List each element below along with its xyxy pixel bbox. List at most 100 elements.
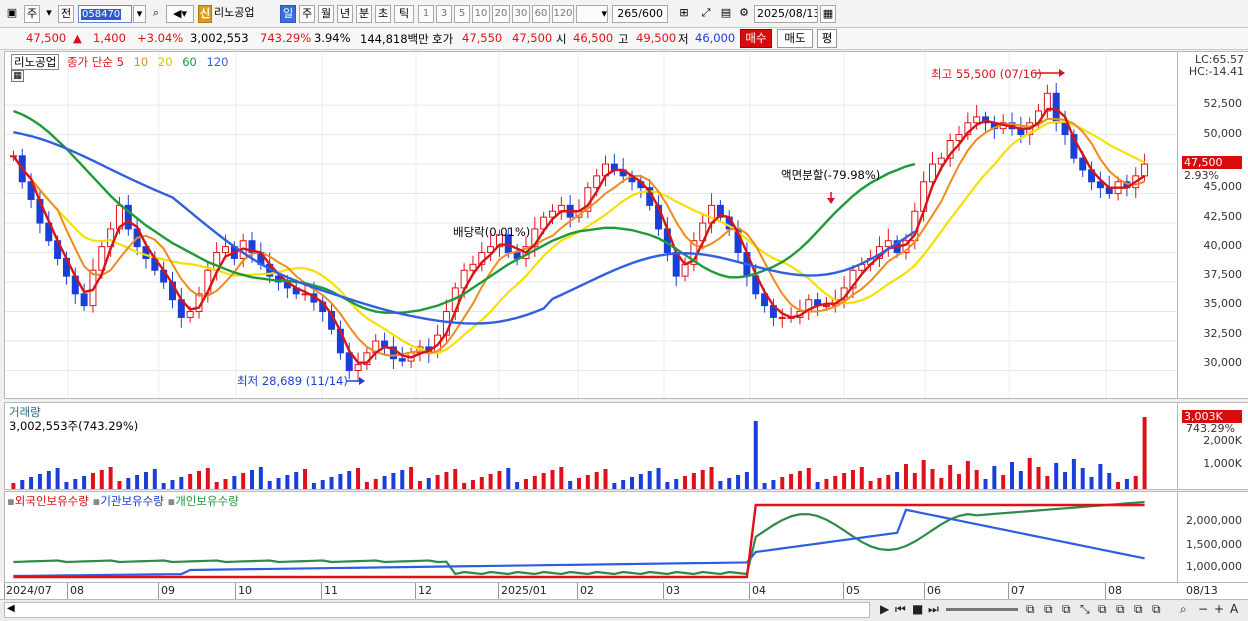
scroll-left-icon[interactable]: ◀ <box>7 603 15 614</box>
volume-bar <box>736 475 741 489</box>
volume-panel[interactable]: 거래량 3,002,553주(743.29%) <box>4 402 1178 490</box>
volume-bar <box>29 477 34 489</box>
count-input[interactable]: 265/600 <box>612 5 668 23</box>
sell-button[interactable]: 매도 <box>777 29 813 48</box>
tool-icon[interactable]: ⧉ <box>1098 602 1107 618</box>
volume-bar <box>1142 417 1147 489</box>
volume-bar <box>188 474 193 489</box>
interval-30[interactable]: 30 <box>512 5 530 23</box>
code-input[interactable]: 058470 <box>78 5 132 23</box>
table-icon[interactable]: ▦ <box>11 70 24 82</box>
tab-prev[interactable]: 전 <box>58 5 74 23</box>
legend-series: 종가 단순 <box>66 55 113 69</box>
own-tick-1m: 1,000,000 <box>1186 560 1242 573</box>
ma5-line <box>12 107 1146 364</box>
tick-35000: 35,000 <box>1203 297 1243 310</box>
zoom-in-icon[interactable]: + <box>1214 602 1224 618</box>
legend-stock-name: 리노공업 <box>11 54 60 70</box>
period-month[interactable]: 월 <box>318 5 334 23</box>
zoom-out-icon[interactable]: − <box>1198 602 1208 618</box>
period-week[interactable]: 주 <box>299 5 315 23</box>
volume-bar <box>1080 468 1085 489</box>
grid-icon[interactable]: ⊞ <box>674 5 694 23</box>
tool-icon[interactable]: ⤡ <box>1080 602 1090 618</box>
period-second[interactable]: 초 <box>375 5 391 23</box>
price-chart[interactable]: 리노공업 종가 단순 5 10 20 60 120 ▦ 최고 55,500 (0… <box>4 51 1178 399</box>
tool-icon[interactable]: ⧉ <box>1026 602 1035 618</box>
code-dropdown-icon[interactable]: ▾ <box>133 5 146 23</box>
dropdown-arrow-icon[interactable]: ▾ <box>42 5 56 23</box>
period-tick[interactable]: 틱 <box>394 5 414 23</box>
candle-body <box>955 134 963 141</box>
volume-bar <box>700 470 705 489</box>
ask2: 47,500 <box>512 31 553 45</box>
tick-30000: 30,000 <box>1203 356 1243 369</box>
volume-bar <box>391 473 396 489</box>
date-input[interactable]: 2025/08/13 <box>754 5 818 23</box>
x-label: 08 <box>70 584 84 597</box>
tool-icon[interactable]: ⧉ <box>1044 602 1053 618</box>
x-right-label: 08/13 <box>1186 584 1218 597</box>
zoom-slider[interactable] <box>946 608 1018 611</box>
draw-icon[interactable]: ⤢ <box>696 5 716 23</box>
volume-bar <box>797 471 802 489</box>
period-day[interactable]: 일 <box>280 5 296 23</box>
scroll-right-icon[interactable]: ▶ <box>880 602 889 618</box>
volume-bar <box>1018 471 1023 489</box>
x-label: 06 <box>927 584 941 597</box>
interval-1[interactable]: 1 <box>418 5 434 23</box>
interval-5[interactable]: 5 <box>454 5 470 23</box>
scroll-track[interactable]: ◀ <box>4 602 870 618</box>
volume-bar <box>90 473 95 489</box>
interval-input[interactable]: ▾ <box>576 5 608 23</box>
window-icon[interactable]: ▣ <box>4 5 20 23</box>
gear-icon[interactable]: ⚙ <box>736 5 752 23</box>
tool-icon[interactable]: ⧉ <box>1116 602 1125 618</box>
stop-icon[interactable]: ■ <box>912 602 923 618</box>
buy-button[interactable]: 매수 <box>740 29 772 48</box>
candle-body <box>822 305 830 308</box>
interval-3[interactable]: 3 <box>436 5 452 23</box>
volume-bar <box>1098 464 1103 489</box>
calendar-icon[interactable]: ▦ <box>820 5 836 23</box>
interval-10[interactable]: 10 <box>472 5 490 23</box>
rewind-icon[interactable]: ⏮ <box>895 602 906 618</box>
tool-icon[interactable]: ⧉ <box>1134 602 1143 618</box>
avg-button[interactable]: 평 <box>817 29 837 48</box>
volume-bar <box>691 473 696 489</box>
volume-bar <box>1010 462 1015 489</box>
interval-60[interactable]: 60 <box>532 5 550 23</box>
volume-bar <box>568 481 573 489</box>
speaker-icon[interactable]: ◀▾ <box>166 5 194 23</box>
period-year[interactable]: 년 <box>337 5 353 23</box>
candle-body <box>1141 163 1149 177</box>
search-icon[interactable]: ⌕ <box>148 5 164 23</box>
volume-bar <box>612 483 617 489</box>
volume-bar <box>806 468 811 489</box>
volume-bar <box>886 475 891 489</box>
volume-bar <box>364 482 369 489</box>
zoom-search-icon[interactable]: ⌕ <box>1180 602 1187 618</box>
tool-icon[interactable]: ⧉ <box>1062 602 1071 618</box>
volume-bar <box>877 478 882 489</box>
volume-bar <box>683 476 688 489</box>
tool-icon[interactable]: ⧉ <box>1152 602 1161 618</box>
volume-bar <box>1124 479 1129 489</box>
save-icon[interactable]: ▤ <box>718 5 734 23</box>
x-label: 03 <box>666 584 680 597</box>
x-label: 2025/01 <box>501 584 547 597</box>
volume-bar <box>82 476 87 489</box>
font-size-icon[interactable]: A <box>1230 602 1238 618</box>
volume-bar <box>55 468 60 489</box>
forward-icon[interactable]: ⏭ <box>928 602 939 618</box>
volume-bar <box>453 469 458 489</box>
tab-stock[interactable]: 주 <box>24 5 40 23</box>
volume-bar <box>630 477 635 489</box>
period-minute[interactable]: 분 <box>356 5 372 23</box>
volume-bar <box>965 461 970 489</box>
interval-120[interactable]: 120 <box>552 5 574 23</box>
low: 46,000 <box>695 31 736 45</box>
hc-value: HC:-14.41 <box>1188 65 1244 78</box>
interval-20[interactable]: 20 <box>492 5 510 23</box>
ownership-panel[interactable]: ▪외국인보유수량 ▪기관보유수량 ▪개인보유수량 <box>4 491 1178 583</box>
